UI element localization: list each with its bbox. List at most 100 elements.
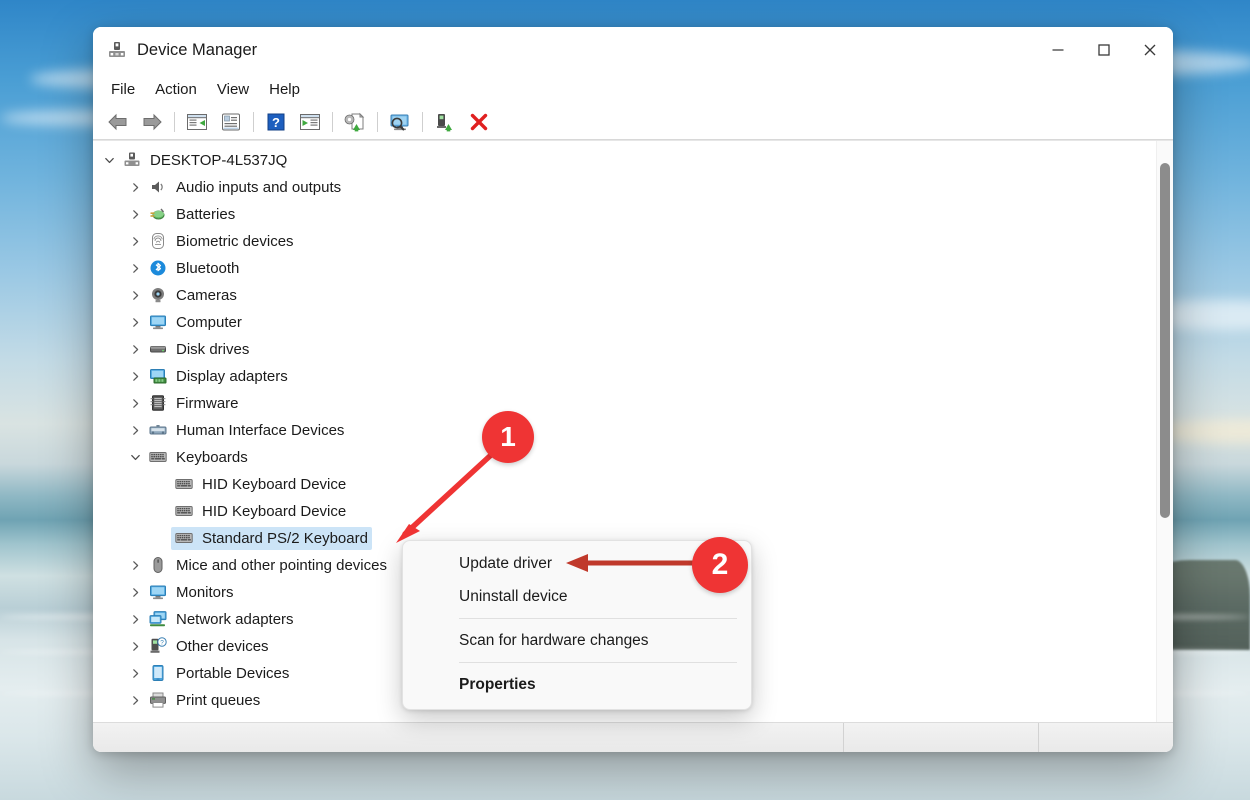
properties-button[interactable] bbox=[214, 107, 248, 137]
tree-row[interactable]: Human Interface Devices bbox=[93, 417, 1156, 444]
tree-row-label: Keyboards bbox=[176, 449, 248, 466]
tree-row[interactable] bbox=[93, 714, 1156, 722]
chevron-down-icon[interactable] bbox=[99, 155, 119, 166]
tree-row-label-box: Firmware bbox=[145, 392, 243, 415]
chevron-right-icon[interactable] bbox=[125, 641, 145, 652]
tree-row-label-box: Network adapters bbox=[145, 608, 298, 631]
tree-row[interactable]: Audio inputs and outputs bbox=[93, 174, 1156, 201]
chevron-right-icon bbox=[130, 290, 141, 301]
tree-root-row[interactable]: DESKTOP-4L537JQ bbox=[93, 147, 1156, 174]
context-menu-item-uninstall-device[interactable]: Uninstall device bbox=[403, 580, 751, 613]
help-button[interactable]: ? bbox=[259, 107, 293, 137]
keyboard-icon bbox=[173, 529, 195, 547]
tree-row[interactable]: Disk drives bbox=[93, 336, 1156, 363]
chevron-down-icon[interactable] bbox=[125, 452, 145, 463]
disk-drive-icon bbox=[147, 340, 169, 358]
annotation-badge-2: 2 bbox=[692, 537, 748, 593]
show-hide-console-tree-button[interactable] bbox=[180, 107, 214, 137]
chevron-right-icon[interactable] bbox=[125, 236, 145, 247]
chevron-right-icon[interactable] bbox=[125, 344, 145, 355]
tree-row-label: Human Interface Devices bbox=[176, 422, 344, 439]
portable-device-icon bbox=[147, 664, 169, 682]
tree-row[interactable]: Firmware bbox=[93, 390, 1156, 417]
scan-for-hardware-changes-button[interactable] bbox=[383, 107, 417, 137]
close-button[interactable] bbox=[1127, 27, 1173, 73]
toolbar-separator bbox=[332, 112, 333, 132]
maximize-icon bbox=[1097, 43, 1111, 57]
tree-row[interactable]: Bluetooth bbox=[93, 255, 1156, 282]
hid-icon bbox=[147, 421, 169, 439]
chevron-right-icon[interactable] bbox=[125, 290, 145, 301]
close-icon bbox=[1142, 42, 1158, 58]
menu-item-file[interactable]: File bbox=[101, 78, 145, 101]
minimize-icon bbox=[1051, 43, 1065, 57]
uninstall-device-button[interactable] bbox=[462, 107, 496, 137]
tree-row-label-box: HID Keyboard Device bbox=[171, 500, 350, 523]
tree-row[interactable]: Display adapters bbox=[93, 363, 1156, 390]
tree-row-label: Bluetooth bbox=[176, 260, 239, 277]
minimize-button[interactable] bbox=[1035, 27, 1081, 73]
context-menu-item-properties[interactable]: Properties bbox=[403, 668, 751, 701]
tree-row[interactable]: HID Keyboard Device bbox=[93, 471, 1156, 498]
svg-text:?: ? bbox=[160, 640, 164, 647]
chevron-right-icon bbox=[130, 182, 141, 193]
chevron-right-icon[interactable] bbox=[125, 371, 145, 382]
tree-row-label-box: HID Keyboard Device bbox=[171, 473, 350, 496]
forward-arrow-button[interactable] bbox=[135, 107, 169, 137]
chevron-right-icon[interactable] bbox=[125, 587, 145, 598]
uninstall-device-icon bbox=[468, 112, 490, 132]
enable-device-icon bbox=[434, 112, 456, 132]
toolbar-separator bbox=[253, 112, 254, 132]
tree-row[interactable]: Biometric devices bbox=[93, 228, 1156, 255]
chevron-right-icon[interactable] bbox=[125, 182, 145, 193]
chevron-right-icon bbox=[130, 587, 141, 598]
tree-row-label: Display adapters bbox=[176, 368, 288, 385]
tree-row-label-box: Batteries bbox=[145, 203, 239, 226]
bluetooth-icon bbox=[147, 259, 169, 277]
window-titlebar[interactable]: Device Manager bbox=[93, 27, 1173, 73]
update-driver-button[interactable] bbox=[338, 107, 372, 137]
context-menu-item-scan-for-hardware-changes[interactable]: Scan for hardware changes bbox=[403, 624, 751, 657]
menu-item-action[interactable]: Action bbox=[145, 78, 207, 101]
tree-row-label: Monitors bbox=[176, 584, 234, 601]
context-menu-separator bbox=[459, 618, 737, 619]
tree-row-label: Disk drives bbox=[176, 341, 249, 358]
tree-row-label-box: Standard PS/2 Keyboard bbox=[171, 527, 372, 550]
scrollbar-thumb[interactable] bbox=[1160, 163, 1170, 518]
statusbar-pane-2 bbox=[1038, 723, 1173, 752]
monitor-icon bbox=[147, 583, 169, 601]
tree-row-label-box: Display adapters bbox=[145, 365, 292, 388]
back-arrow-button[interactable] bbox=[101, 107, 135, 137]
display-adapter-icon bbox=[147, 367, 169, 385]
chevron-right-icon[interactable] bbox=[125, 560, 145, 571]
back-arrow-icon bbox=[106, 112, 130, 132]
tree-row[interactable]: Batteries bbox=[93, 201, 1156, 228]
chevron-right-icon bbox=[130, 560, 141, 571]
toolbar: ? bbox=[93, 105, 1173, 140]
chevron-right-icon[interactable] bbox=[125, 263, 145, 274]
tree-row[interactable]: Cameras bbox=[93, 282, 1156, 309]
enable-device-button[interactable] bbox=[428, 107, 462, 137]
chevron-down-icon bbox=[130, 452, 141, 463]
vertical-scrollbar[interactable] bbox=[1156, 141, 1173, 722]
tree-row[interactable]: Computer bbox=[93, 309, 1156, 336]
chevron-right-icon[interactable] bbox=[125, 317, 145, 328]
tree-row[interactable]: HID Keyboard Device bbox=[93, 498, 1156, 525]
tree-row-label: HID Keyboard Device bbox=[202, 476, 346, 493]
keyboard-icon bbox=[173, 475, 195, 493]
tree-row-label: Audio inputs and outputs bbox=[176, 179, 341, 196]
chevron-right-icon[interactable] bbox=[125, 695, 145, 706]
chevron-right-icon[interactable] bbox=[125, 425, 145, 436]
chevron-right-icon[interactable] bbox=[125, 668, 145, 679]
tree-row-label: Firmware bbox=[176, 395, 239, 412]
chevron-right-icon[interactable] bbox=[125, 614, 145, 625]
chevron-right-icon[interactable] bbox=[125, 398, 145, 409]
menu-item-help[interactable]: Help bbox=[259, 78, 310, 101]
tree-row[interactable]: Keyboards bbox=[93, 444, 1156, 471]
chevron-right-icon[interactable] bbox=[125, 209, 145, 220]
properties-icon bbox=[220, 112, 242, 132]
maximize-button[interactable] bbox=[1081, 27, 1127, 73]
menu-item-view[interactable]: View bbox=[207, 78, 259, 101]
titlebar-left: Device Manager bbox=[93, 40, 1035, 60]
show-hide-action-pane-button[interactable] bbox=[293, 107, 327, 137]
